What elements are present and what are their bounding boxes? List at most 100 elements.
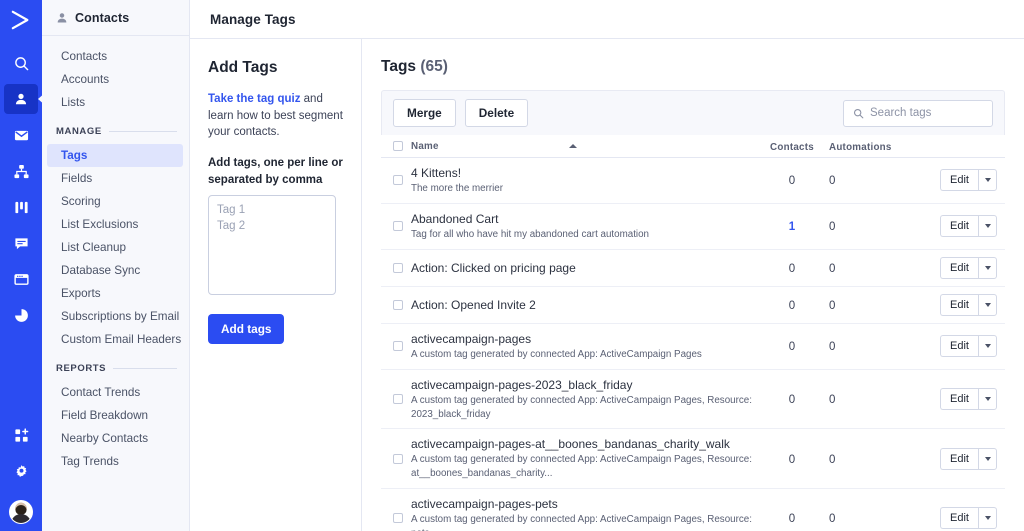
table-row[interactable]: activecampaign-pagesA custom tag generat… — [381, 324, 1005, 370]
delete-button[interactable]: Delete — [465, 99, 528, 127]
rail-item-website[interactable] — [4, 264, 38, 294]
sort-ascending-icon — [569, 144, 577, 148]
edit-button[interactable]: Edit — [940, 388, 978, 410]
chevron-down-icon[interactable] — [978, 257, 997, 279]
row-automations-cell: 0 — [829, 296, 923, 314]
row-actions-cell: Edit — [923, 215, 1001, 237]
row-checkbox[interactable] — [393, 513, 403, 523]
table-row[interactable]: Abandoned CartTag for all who have hit m… — [381, 204, 1005, 250]
automations-count: 0 — [829, 221, 835, 233]
row-checkbox[interactable] — [393, 341, 403, 351]
sidebar-item-accounts[interactable]: Accounts — [47, 68, 183, 91]
sidebar-item-tags[interactable]: Tags — [47, 144, 183, 167]
row-checkbox[interactable] — [393, 454, 403, 464]
row-select-cell — [381, 341, 411, 351]
sidebar-group-label-reports: REPORTS — [56, 363, 106, 374]
add-tags-field-label: Add tags, one per line or separated by c… — [208, 155, 345, 188]
sidebar-item-contacts[interactable]: Contacts — [47, 45, 183, 68]
select-all-checkbox[interactable] — [393, 141, 403, 151]
table-row[interactable]: activecampaign-pages-2023_black_fridayA … — [381, 370, 1005, 430]
tag-quiz-link[interactable]: Take the tag quiz — [208, 93, 300, 105]
column-header-contacts[interactable]: Contacts — [755, 137, 829, 155]
rail-item-deals[interactable] — [4, 192, 38, 222]
tag-quiz-paragraph: Take the tag quiz and learn how to best … — [208, 91, 345, 141]
rail-item-campaigns[interactable] — [4, 120, 38, 150]
merge-button[interactable]: Merge — [393, 99, 456, 127]
tags-table-header: Name Contacts Automations — [381, 135, 1005, 158]
rail-item-contacts[interactable] — [4, 84, 38, 114]
rail-item-settings[interactable] — [4, 456, 38, 486]
edit-button[interactable]: Edit — [940, 169, 978, 191]
row-actions-cell: Edit — [923, 257, 1001, 279]
row-actions-cell: Edit — [923, 448, 1001, 470]
sidebar-item-tag-trends[interactable]: Tag Trends — [47, 450, 183, 473]
edit-button[interactable]: Edit — [940, 507, 978, 529]
table-row[interactable]: Action: Opened Invite 200Edit — [381, 287, 1005, 324]
sidebar-item-contact-trends[interactable]: Contact Trends — [47, 381, 183, 404]
sidebar-item-fields[interactable]: Fields — [47, 167, 183, 190]
contacts-sidebar: Contacts Contacts Accounts Lists MANAGE … — [42, 0, 190, 531]
edit-button[interactable]: Edit — [940, 294, 978, 316]
column-header-automations[interactable]: Automations — [829, 137, 923, 155]
select-all-cell — [381, 141, 411, 151]
search-tags-input[interactable] — [870, 107, 983, 119]
user-avatar[interactable] — [9, 500, 33, 524]
row-name-cell: activecampaign-pages-petsA custom tag ge… — [411, 496, 755, 531]
chevron-down-icon[interactable] — [978, 507, 997, 529]
edit-button[interactable]: Edit — [940, 257, 978, 279]
edit-button[interactable]: Edit — [940, 215, 978, 237]
row-select-cell — [381, 513, 411, 523]
table-row[interactable]: 4 Kittens!The more the merrier00Edit — [381, 158, 1005, 204]
rail-item-apps[interactable] — [4, 420, 38, 450]
contacts-count: 0 — [789, 341, 795, 353]
sidebar-item-list-cleanup[interactable]: List Cleanup — [47, 236, 183, 259]
sidebar-group-manage: MANAGE — [56, 126, 177, 137]
row-checkbox[interactable] — [393, 394, 403, 404]
row-checkbox[interactable] — [393, 221, 403, 231]
chevron-down-icon[interactable] — [978, 215, 997, 237]
sidebar-item-nearby-contacts[interactable]: Nearby Contacts — [47, 427, 183, 450]
sidebar-item-list-exclusions[interactable]: List Exclusions — [47, 213, 183, 236]
tag-description: A custom tag generated by connected App:… — [411, 348, 755, 362]
row-actions-cell: Edit — [923, 335, 1001, 357]
add-tags-button[interactable]: Add tags — [208, 314, 284, 344]
sidebar-item-scoring[interactable]: Scoring — [47, 190, 183, 213]
row-checkbox[interactable] — [393, 300, 403, 310]
tag-description: A custom tag generated by connected App:… — [411, 453, 755, 480]
tag-name: activecampaign-pages-at__boones_bandanas… — [411, 436, 755, 452]
edit-button[interactable]: Edit — [940, 335, 978, 357]
activecampaign-logo-icon[interactable] — [0, 2, 42, 38]
table-row[interactable]: activecampaign-pages-at__boones_bandanas… — [381, 429, 1005, 489]
chevron-down-icon[interactable] — [978, 448, 997, 470]
search-tags-box[interactable] — [843, 100, 993, 127]
sidebar-item-database-sync[interactable]: Database Sync — [47, 259, 183, 282]
row-checkbox[interactable] — [393, 263, 403, 273]
row-automations-cell: 0 — [829, 509, 923, 527]
contacts-count[interactable]: 1 — [789, 221, 795, 233]
tag-name: Action: Opened Invite 2 — [411, 297, 755, 313]
table-row[interactable]: Action: Clicked on pricing page00Edit — [381, 250, 1005, 287]
chevron-down-icon[interactable] — [978, 335, 997, 357]
contacts-count: 0 — [789, 513, 795, 525]
row-actions-cell: Edit — [923, 294, 1001, 316]
sidebar-item-field-breakdown[interactable]: Field Breakdown — [47, 404, 183, 427]
edit-button[interactable]: Edit — [940, 448, 978, 470]
row-checkbox[interactable] — [393, 175, 403, 185]
divider — [113, 368, 177, 369]
row-actions-cell: Edit — [923, 388, 1001, 410]
sidebar-item-custom-email-headers[interactable]: Custom Email Headers — [47, 328, 183, 351]
column-header-name[interactable]: Name — [411, 141, 755, 152]
chevron-down-icon[interactable] — [978, 388, 997, 410]
chevron-down-icon[interactable] — [978, 169, 997, 191]
rail-item-automations[interactable] — [4, 156, 38, 186]
sidebar-item-exports[interactable]: Exports — [47, 282, 183, 305]
rail-item-search[interactable] — [4, 48, 38, 78]
chevron-down-icon[interactable] — [978, 294, 997, 316]
sidebar-item-lists[interactable]: Lists — [47, 91, 183, 114]
add-tags-textarea[interactable] — [208, 195, 336, 295]
rail-item-conversations[interactable] — [4, 228, 38, 258]
sidebar-item-subscriptions-by-email[interactable]: Subscriptions by Email — [47, 305, 183, 328]
table-row[interactable]: activecampaign-pages-petsA custom tag ge… — [381, 489, 1005, 531]
row-contacts-cell: 0 — [755, 509, 829, 527]
rail-item-reports[interactable] — [4, 300, 38, 330]
